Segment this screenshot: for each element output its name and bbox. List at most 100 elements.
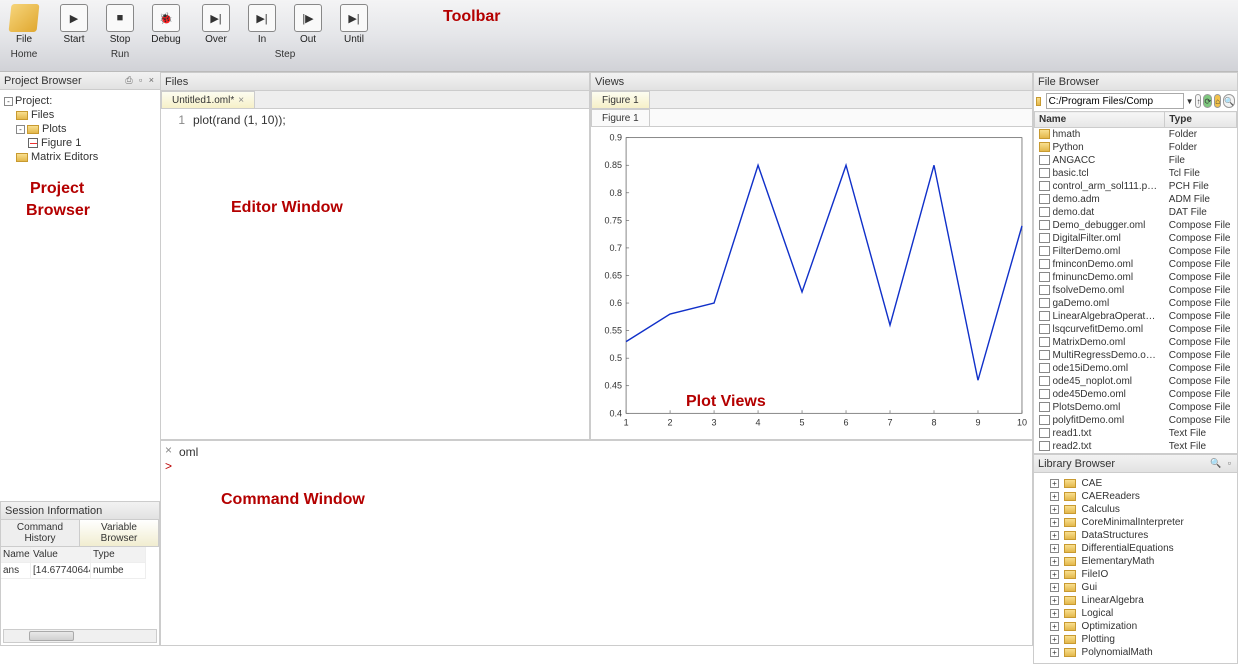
library-item[interactable]: + Calculus [1038,503,1233,516]
file-row[interactable]: read2.txtText File [1035,440,1237,453]
tree-item[interactable]: Figure 1 [4,136,156,150]
expand-icon[interactable]: + [1050,479,1059,488]
over-button[interactable]: ▶|Over [196,2,236,47]
file-row[interactable]: ode45Demo.omlCompose File [1035,388,1237,401]
in-button[interactable]: ▶|In [242,2,282,47]
file-row[interactable]: lsqcurvefitDemo.omlCompose File [1035,323,1237,336]
file-row[interactable]: MatrixDemo.omlCompose File [1035,336,1237,349]
home-button[interactable]: ⌂ [1214,94,1221,108]
panel-header-icons[interactable]: 🔍 ▫ [1210,458,1233,469]
library-item[interactable]: + ElementaryMath [1038,555,1233,568]
library-item[interactable]: + FileIO [1038,568,1233,581]
file-table[interactable]: NameTypehmathFolderPythonFolderANGACCFil… [1034,111,1237,453]
views-tab-1[interactable]: Figure 1 [591,91,650,108]
file-row[interactable]: PlotsDemo.omlCompose File [1035,401,1237,414]
grid-header[interactable]: Type [91,547,146,563]
library-item[interactable]: + CAEReaders [1038,490,1233,503]
close-icon[interactable]: × [238,95,244,106]
expand-icon[interactable]: + [1050,609,1059,618]
library-item[interactable]: + LinearAlgebra [1038,594,1233,607]
command-close-icon[interactable]: × [165,443,172,457]
library-item[interactable]: + PolynomialMath [1038,646,1233,659]
tree-item[interactable]: -Project: [4,94,156,108]
expand-icon[interactable]: - [16,125,25,134]
expand-icon[interactable]: + [1050,583,1059,592]
debug-button[interactable]: 🐞Debug [146,2,186,47]
grid-cell[interactable]: ans [1,563,31,579]
expand-icon[interactable]: + [1050,492,1059,501]
file-row[interactable]: PythonFolder [1035,141,1237,154]
library-item[interactable]: + Gui [1038,581,1233,594]
grid-cell[interactable]: [14.677406444… [31,563,91,579]
expand-icon[interactable]: + [1050,596,1059,605]
file-row[interactable]: MultiRegressDemo.o…Compose File [1035,349,1237,362]
expand-icon[interactable]: + [1050,570,1059,579]
tree-item[interactable]: Matrix Editors [4,150,156,164]
until-button[interactable]: ▶|Until [334,2,374,47]
library-item[interactable]: + DataStructures [1038,529,1233,542]
column-header[interactable]: Type [1165,112,1237,128]
path-input[interactable] [1046,93,1184,109]
file-row[interactable]: demo.datDAT File [1035,206,1237,219]
up-folder-button[interactable]: ↑ [1195,94,1201,108]
dropdown-icon[interactable]: ▼ [1186,97,1194,106]
library-item[interactable]: + CoreMinimalInterpreter [1038,516,1233,529]
stop-button[interactable]: ■Stop [100,2,140,47]
file-row[interactable]: ode15iDemo.omlCompose File [1035,362,1237,375]
editor-body[interactable]: 1plot(rand (1, 10)); Editor Window [161,109,589,439]
search-button[interactable]: 🔍 [1223,94,1235,108]
expand-icon[interactable]: + [1050,648,1059,657]
file-row[interactable]: DigitalFilter.omlCompose File [1035,232,1237,245]
file-row[interactable]: demo.admADM File [1035,193,1237,206]
scroll-thumb[interactable] [29,631,74,641]
file-row[interactable]: gaDemo.omlCompose File [1035,297,1237,310]
file-row[interactable]: fsolveDemo.omlCompose File [1035,284,1237,297]
expand-icon[interactable]: + [1050,622,1059,631]
library-item[interactable]: + Optimization [1038,620,1233,633]
command-body[interactable]: × oml > Command Window [161,441,1032,645]
expand-icon[interactable]: - [4,97,13,106]
expand-icon[interactable]: + [1050,557,1059,566]
file-row[interactable]: LinearAlgebraOperat…Compose File [1035,310,1237,323]
file-row[interactable]: Demo_debugger.omlCompose File [1035,219,1237,232]
plot-area[interactable]: 0.40.450.50.550.60.650.70.750.80.850.912… [591,127,1032,439]
session-tab[interactable]: Variable Browser [80,520,159,546]
panel-header-icons[interactable]: ⎙ ▫ × [125,75,156,86]
file-button[interactable]: File [4,2,44,47]
file-row[interactable]: hmathFolder [1035,128,1237,142]
expand-icon[interactable]: + [1050,505,1059,514]
tree-item[interactable]: Files [4,108,156,122]
expand-icon[interactable]: + [1050,531,1059,540]
file-row[interactable]: FilterDemo.omlCompose File [1035,245,1237,258]
views-tab-2[interactable]: Figure 1 [591,109,650,126]
expand-icon[interactable]: + [1050,544,1059,553]
start-button[interactable]: ▶Start [54,2,94,47]
library-item[interactable]: + DifferentialEquations [1038,542,1233,555]
library-item[interactable]: + Plotting [1038,633,1233,646]
file-row[interactable]: basic.tclTcl File [1035,167,1237,180]
file-row[interactable]: read1.txtText File [1035,427,1237,440]
editor-tab[interactable]: Untitled1.oml* × [161,91,255,108]
file-row[interactable]: ode45_noplot.omlCompose File [1035,375,1237,388]
grid-header[interactable]: Name [1,547,31,563]
session-tab[interactable]: Command History [1,520,80,546]
expand-icon[interactable]: + [1050,635,1059,644]
file-row[interactable]: ANGACCFile [1035,154,1237,167]
library-item[interactable]: + CAE [1038,477,1233,490]
variable-grid[interactable]: NameValueType ans[14.677406444…numbe [1,547,159,579]
library-tree[interactable]: + CAE+ CAEReaders+ Calculus+ CoreMinimal… [1034,473,1237,663]
refresh-button[interactable]: ⟳ [1203,94,1212,108]
file-row[interactable]: fminconDemo.omlCompose File [1035,258,1237,271]
file-row[interactable]: fminuncDemo.omlCompose File [1035,271,1237,284]
column-header[interactable]: Name [1035,112,1165,128]
scrollbar[interactable] [3,629,157,643]
grid-header[interactable]: Value [31,547,91,563]
expand-icon[interactable]: + [1050,518,1059,527]
project-tree[interactable]: -Project:Files-PlotsFigure 1Matrix Edito… [0,90,160,168]
file-row[interactable]: control_arm_sol111.p…PCH File [1035,180,1237,193]
out-button[interactable]: |▶Out [288,2,328,47]
grid-cell[interactable]: numbe [91,563,146,579]
tree-item[interactable]: -Plots [4,122,156,136]
file-row[interactable]: polyfitDemo.omlCompose File [1035,414,1237,427]
library-item[interactable]: + Logical [1038,607,1233,620]
